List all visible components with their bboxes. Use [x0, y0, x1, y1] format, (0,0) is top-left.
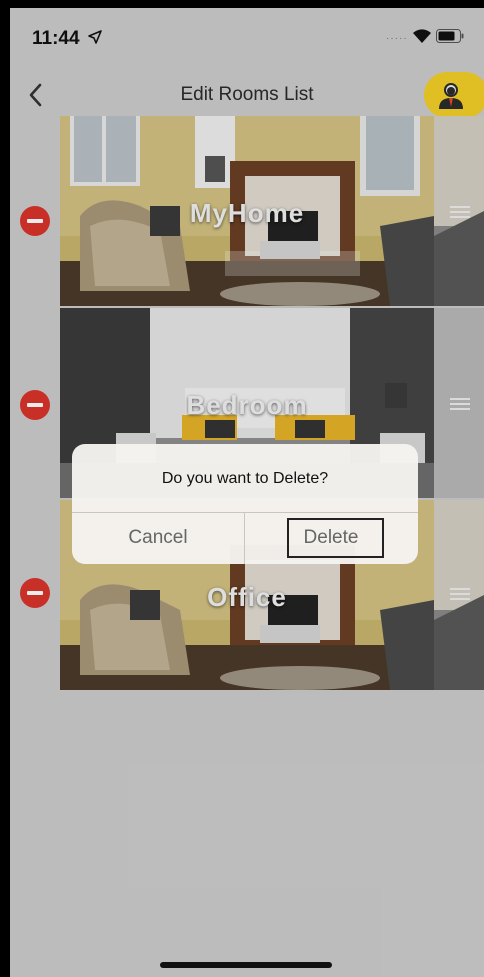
- room-row[interactable]: MyHome: [10, 116, 484, 306]
- nav-bar: Edit Rooms List: [10, 68, 484, 120]
- reorder-handle[interactable]: [434, 500, 484, 690]
- status-bar: 11:44 ·····: [10, 8, 484, 68]
- delete-room-icon[interactable]: [20, 578, 50, 608]
- room-image[interactable]: MyHome: [60, 116, 434, 306]
- reorder-handle[interactable]: [434, 116, 484, 306]
- location-arrow-icon: [88, 30, 102, 44]
- home-indicator[interactable]: [160, 962, 332, 968]
- drag-handle-icon[interactable]: [450, 206, 470, 220]
- wifi-icon: [413, 29, 431, 43]
- room-name: Bedroom: [186, 390, 308, 420]
- room-name: MyHome: [189, 198, 305, 228]
- dialog-message: Do you want to Delete?: [161, 470, 329, 487]
- delete-confirmation-dialog: Do you want to Delete? Cancel Delete: [72, 444, 418, 564]
- drag-handle-icon[interactable]: [450, 398, 470, 412]
- room-name: Office: [207, 582, 287, 612]
- cancel-button[interactable]: Cancel: [72, 512, 244, 564]
- drag-handle-icon[interactable]: [450, 588, 470, 602]
- person-icon: [439, 83, 463, 109]
- delete-room-icon[interactable]: [20, 390, 50, 420]
- battery-icon: [436, 29, 464, 43]
- delete-highlight-box: [287, 518, 384, 558]
- signal-dots-icon: ·····: [386, 33, 408, 44]
- reorder-handle[interactable]: [434, 308, 484, 498]
- profile-button[interactable]: [424, 72, 484, 118]
- delete-room-icon[interactable]: [20, 206, 50, 236]
- app-screen: 11:44 ····· Edit Rooms List MyHome Bedro…: [10, 8, 484, 977]
- status-time: 11:44: [32, 28, 80, 49]
- page-title: Edit Rooms List: [180, 84, 314, 105]
